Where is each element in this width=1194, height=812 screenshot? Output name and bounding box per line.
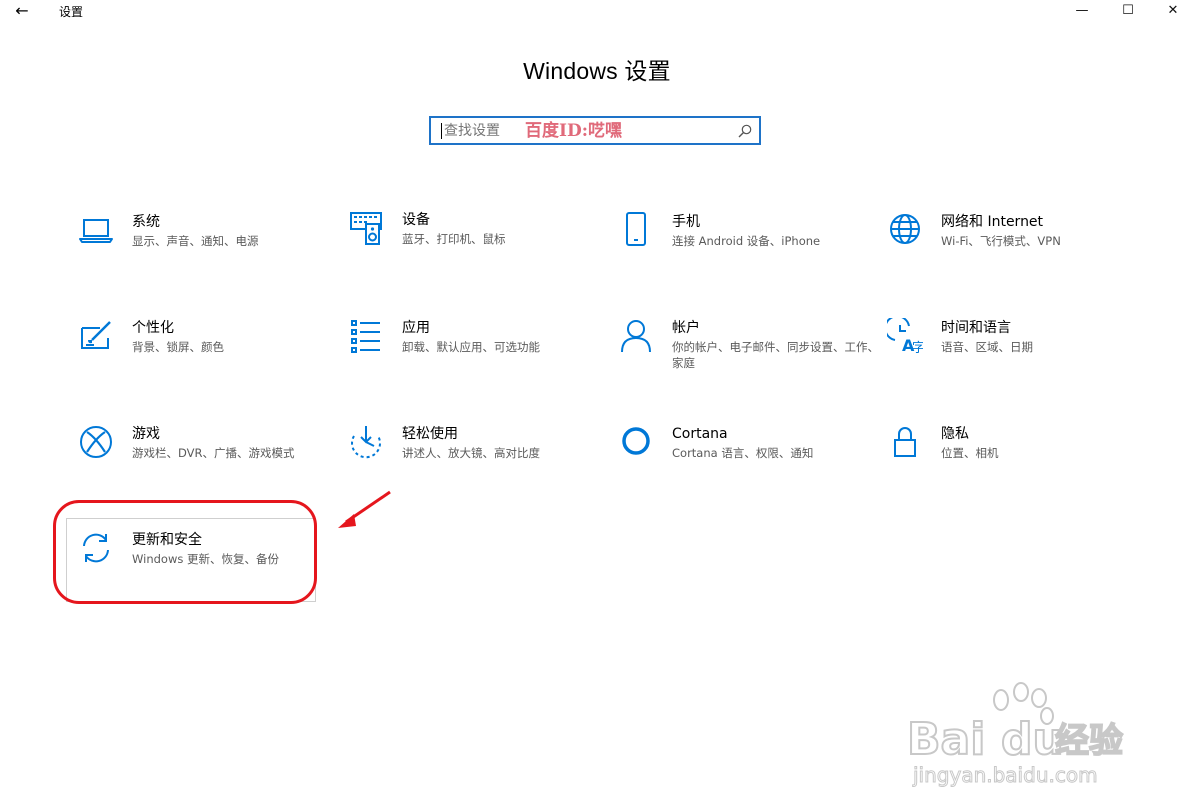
tile-gaming[interactable]: 游戏 游戏栏、DVR、广播、游戏模式 (78, 424, 340, 502)
back-arrow-icon[interactable]: ← (8, 0, 36, 24)
tile-description: Wi-Fi、飞行模式、VPN (941, 234, 1061, 248)
tile-description: 显示、声音、通知、电源 (132, 234, 259, 248)
person-icon (618, 318, 654, 354)
watermark-url-text: jingyan.baidu.com (912, 763, 1098, 787)
tile-ease-of-access[interactable]: 轻松使用 讲述人、放大镜、高对比度 (348, 424, 610, 502)
keyboard-speaker-icon (348, 210, 384, 246)
search-icon[interactable] (737, 123, 753, 139)
tile-description: 讲述人、放大镜、高对比度 (402, 446, 540, 460)
tile-cortana[interactable]: Cortana Cortana 语言、权限、通知 (618, 424, 880, 502)
tile-description: 蓝牙、打印机、鼠标 (402, 232, 506, 246)
tile-description: 背景、锁屏、颜色 (132, 340, 224, 354)
globe-icon (887, 212, 923, 248)
tile-title: 帐户 (672, 320, 700, 336)
baidu-jingyan-watermark-logo: Bai du 经验 jingyan.baidu.com (906, 682, 1124, 788)
tile-description: 游戏栏、DVR、广播、游戏模式 (132, 446, 295, 460)
svg-text:字: 字 (912, 341, 923, 354)
close-button[interactable]: ✕ (1150, 0, 1194, 24)
watermark-bai-text: Bai (907, 714, 985, 765)
cortana-icon (618, 424, 654, 460)
watermark-jingyan-text: 经验 (1055, 721, 1123, 761)
lock-icon (887, 424, 923, 460)
window-title: 设置 (59, 5, 84, 19)
phone-icon (618, 212, 654, 248)
tile-description: 连接 Android 设备、iPhone (672, 234, 821, 248)
tile-apps[interactable]: 应用 卸载、默认应用、可选功能 (348, 318, 610, 396)
maximize-button[interactable]: ☐ (1105, 0, 1151, 24)
tile-title: 网络和 Internet (941, 214, 1044, 230)
tile-title: 更新和安全 (132, 532, 202, 548)
laptop-icon (78, 212, 114, 248)
paint-brush-icon (78, 318, 114, 354)
ease-of-access-icon (348, 424, 384, 460)
tile-title: 轻松使用 (402, 426, 458, 442)
tile-title: 设备 (402, 212, 430, 228)
title-bar: ← 设置 — ☐ ✕ (0, 0, 1194, 24)
tile-privacy[interactable]: 隐私 位置、相机 (887, 424, 1149, 502)
tile-title: 个性化 (132, 320, 174, 336)
tile-title: 时间和语言 (941, 320, 1011, 336)
tile-update-security[interactable]: 更新和安全 Windows 更新、恢复、备份 (78, 530, 340, 608)
page-title: Windows 设置 (523, 58, 671, 84)
sync-arrows-icon (78, 530, 114, 566)
tile-description: 位置、相机 (941, 446, 999, 460)
minimize-button[interactable]: — (1059, 0, 1105, 24)
tile-title: 系统 (132, 214, 160, 230)
time-language-icon: A字 (887, 318, 923, 354)
watermark-du-text: du (1001, 714, 1064, 765)
tile-title: 隐私 (941, 426, 969, 442)
text-caret (441, 123, 442, 139)
tile-title: 手机 (672, 214, 700, 230)
tile-network[interactable]: 网络和 Internet Wi-Fi、飞行模式、VPN (887, 212, 1149, 290)
tile-description: 你的帐户、电子邮件、同步设置、工作、家庭 (672, 340, 879, 370)
tile-description: 语音、区域、日期 (941, 340, 1033, 354)
tile-title: Cortana (672, 426, 728, 442)
tile-description: Cortana 语言、权限、通知 (672, 446, 814, 460)
tile-system[interactable]: 系统 显示、声音、通知、电源 (78, 212, 340, 290)
tile-time-language[interactable]: A字 时间和语言 语音、区域、日期 (887, 318, 1149, 396)
tile-devices[interactable]: 设备 蓝牙、打印机、鼠标 (348, 210, 610, 288)
xbox-icon (78, 424, 114, 460)
search-placeholder: 查找设置 (444, 123, 500, 139)
tile-title: 游戏 (132, 426, 160, 442)
search-input[interactable]: 查找设置 百度ID:呓嘿 (429, 116, 761, 145)
tile-phone[interactable]: 手机 连接 Android 设备、iPhone (618, 212, 880, 290)
tile-title: 应用 (402, 320, 430, 336)
tile-description: Windows 更新、恢复、备份 (132, 552, 279, 566)
apps-list-icon (348, 318, 384, 354)
baidu-id-watermark: 百度ID:呓嘿 (525, 121, 622, 141)
tile-description: 卸载、默认应用、可选功能 (402, 340, 540, 354)
tile-accounts[interactable]: 帐户 你的帐户、电子邮件、同步设置、工作、家庭 (618, 318, 880, 396)
tile-personalization[interactable]: 个性化 背景、锁屏、颜色 (78, 318, 340, 396)
